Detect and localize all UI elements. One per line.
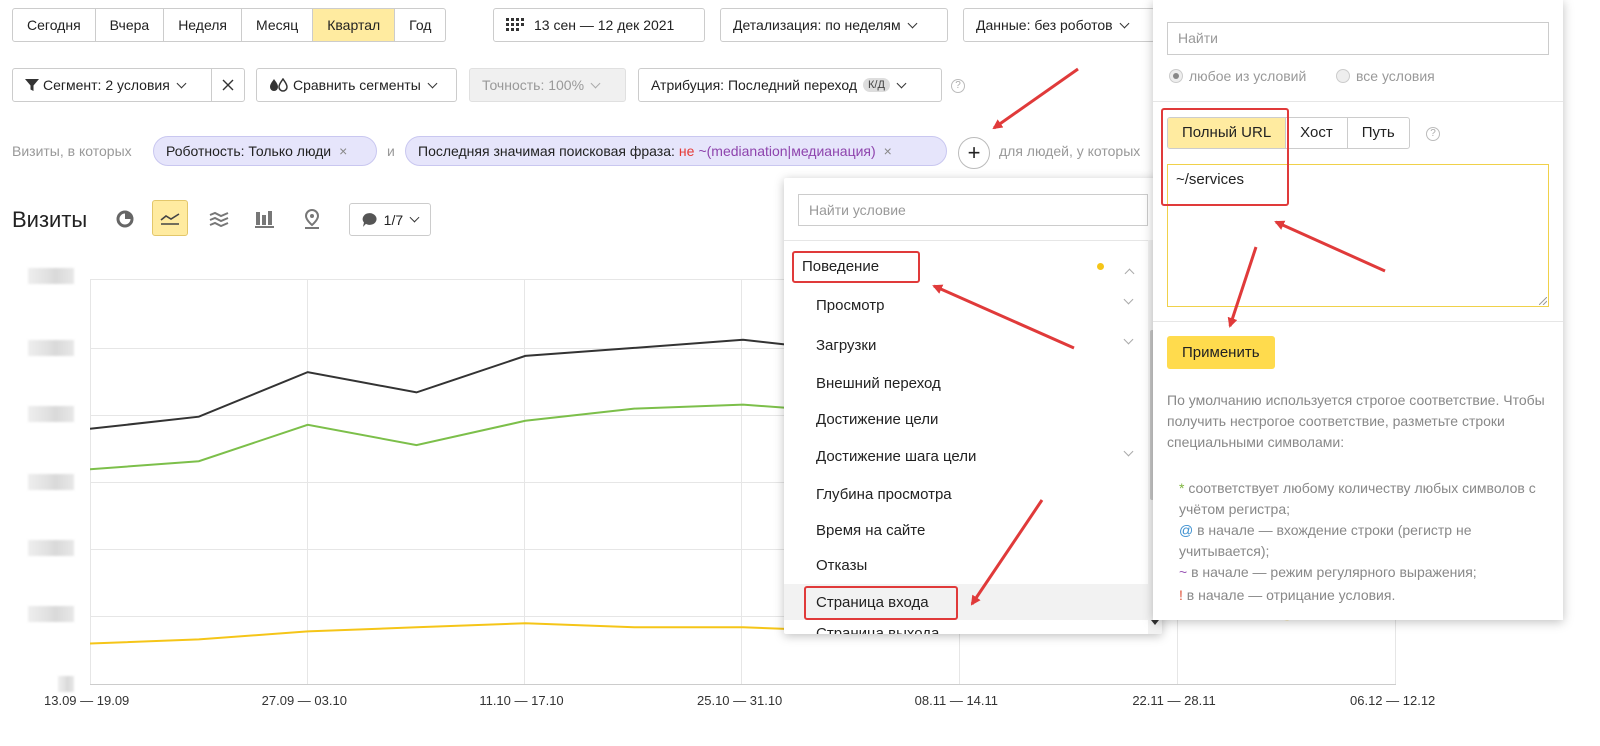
- arrow-to-add-button: [992, 67, 1079, 130]
- annotation-arrows: [932, 67, 1386, 606]
- arrow-to-behavior: [932, 284, 1075, 350]
- arrow-to-entry-page: [970, 499, 1044, 606]
- arrow-to-apply: [1227, 246, 1258, 328]
- arrow-to-url-value: [1274, 220, 1386, 273]
